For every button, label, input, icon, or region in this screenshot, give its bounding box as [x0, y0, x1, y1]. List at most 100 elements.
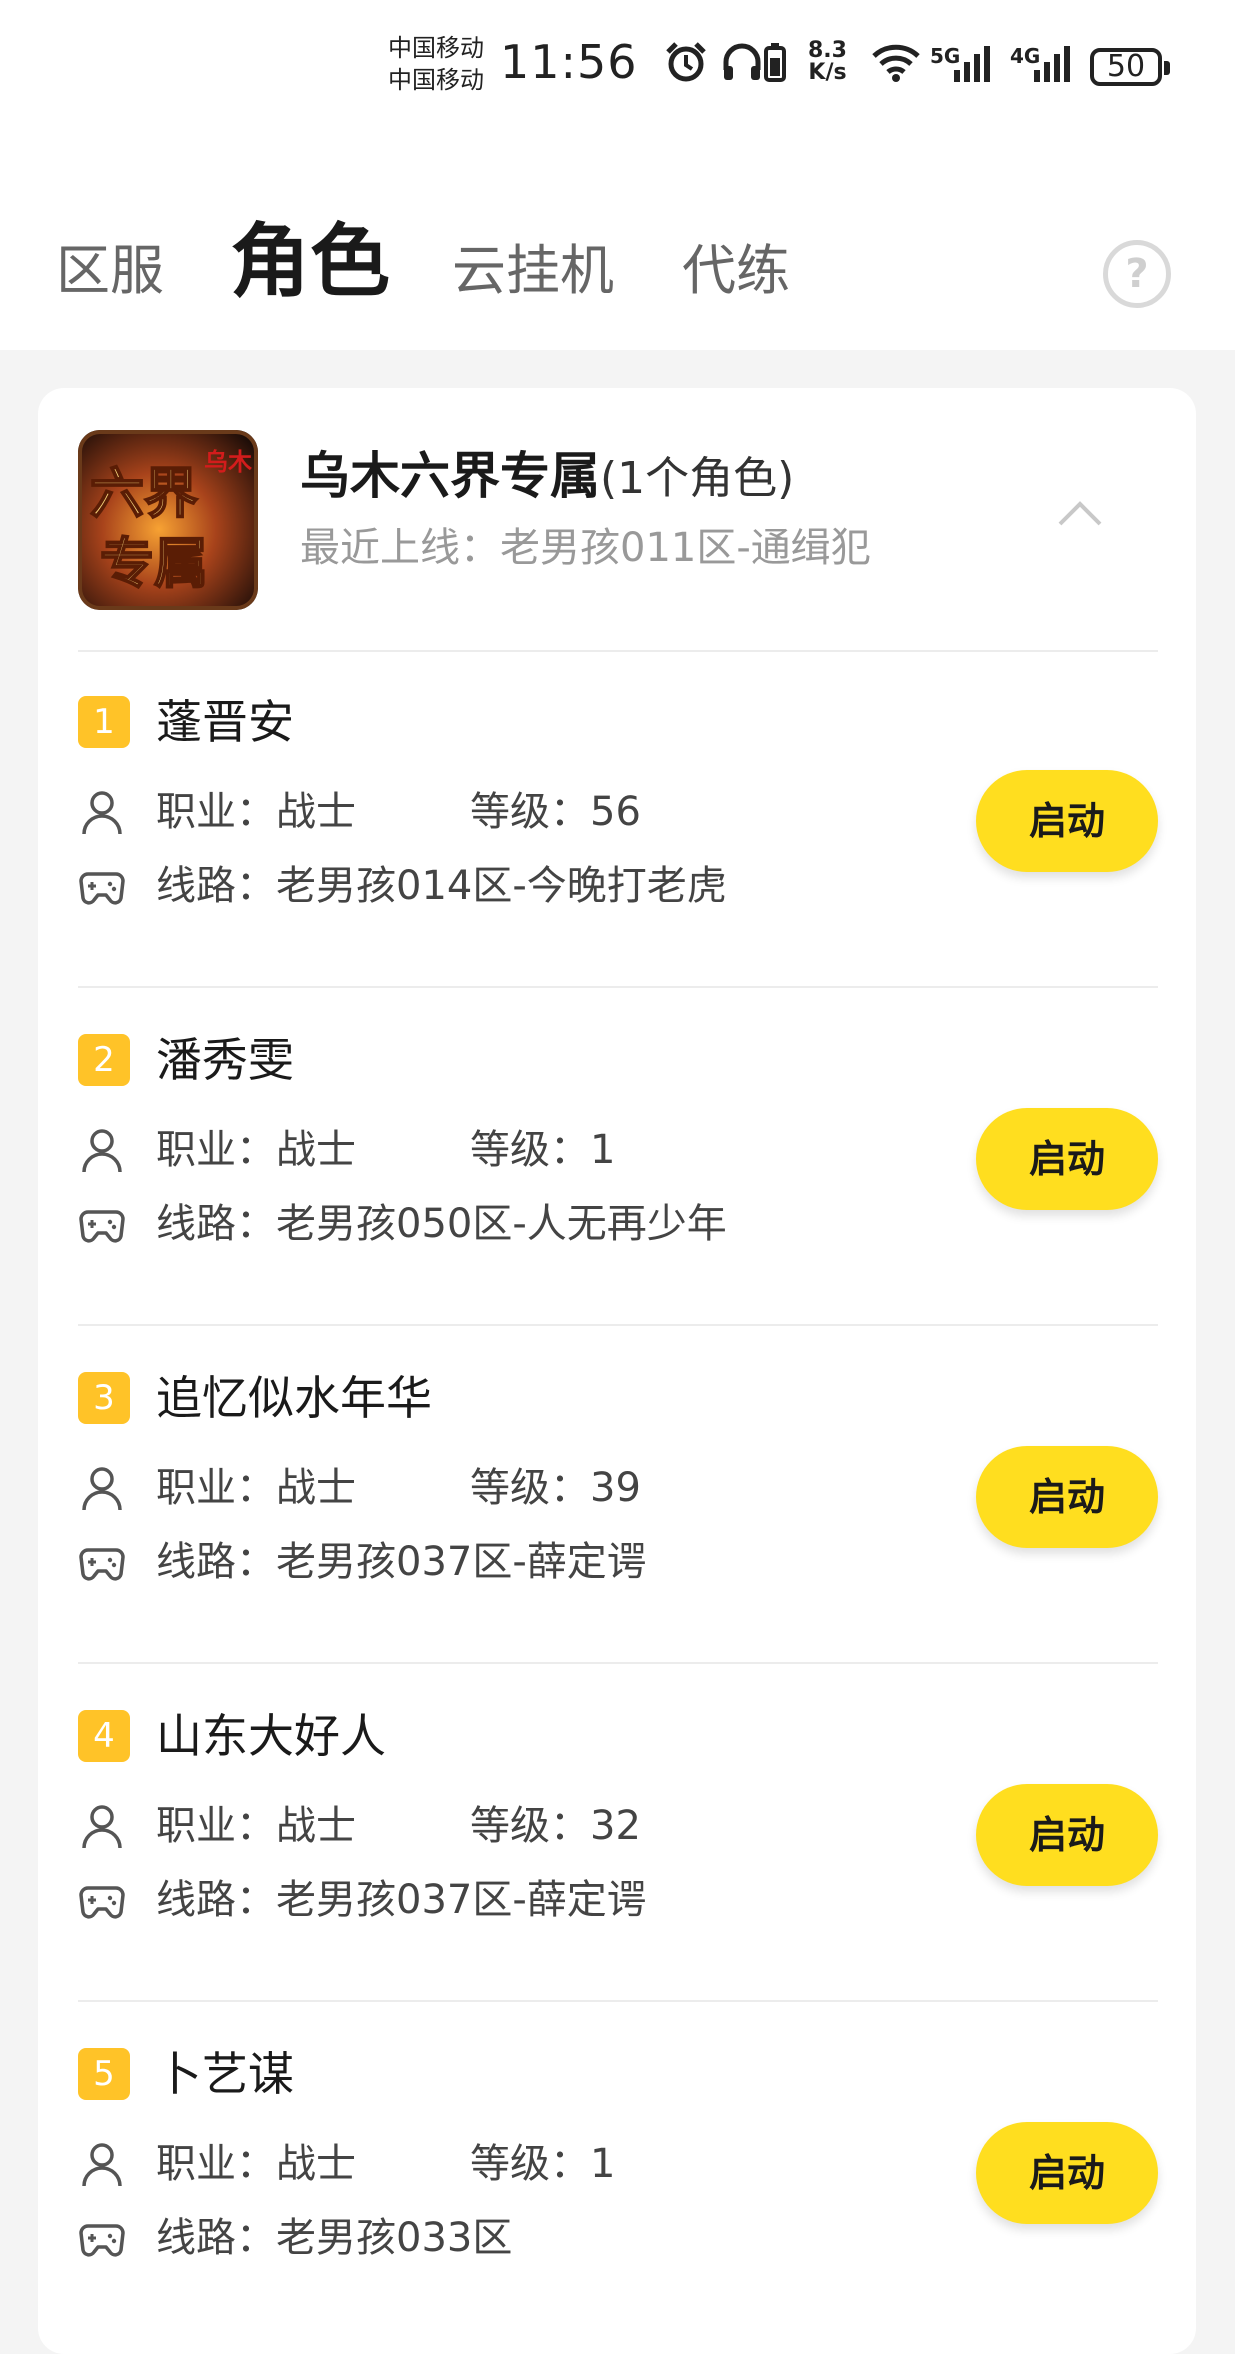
- job-label: 职业：: [156, 2141, 276, 2187]
- role-level: 等级：1: [470, 1124, 615, 1176]
- role-name: 山东大好人: [156, 1709, 386, 1763]
- last-online-value: 老男孩011区-通缉犯: [500, 525, 871, 571]
- role-name: 卜艺谋: [156, 2047, 294, 2101]
- last-online: 最近上线：老男孩011区-通缉犯: [300, 522, 871, 574]
- role-job: 职业：战士: [156, 2138, 356, 2190]
- route-label: 线路：: [156, 2215, 276, 2261]
- tab-cloud-idle[interactable]: 云挂机: [452, 236, 614, 306]
- launch-button[interactable]: 启动: [976, 770, 1158, 872]
- role-item-5: 5 卜艺谋 职业：战士 等级：1 线路：老男孩033区 启动: [38, 2002, 1196, 2340]
- carrier-labels: 中国移动 中国移动: [388, 32, 484, 96]
- game-title: 乌木六界专属(1个角色): [300, 444, 794, 511]
- role-level: 等级：32: [470, 1800, 641, 1852]
- game-title-text: 乌木六界专属: [300, 447, 600, 505]
- net-speed-value: 8.3: [808, 38, 847, 63]
- net-speed-unit: K/s: [808, 60, 847, 85]
- role-route: 线路：老男孩033区: [156, 2212, 512, 2264]
- role-level: 等级：56: [470, 786, 641, 838]
- route-value: 老男孩033区: [276, 2215, 513, 2261]
- role-item-2: 2 潘秀雯 职业：战士 等级：1 线路：老男孩050区-人无再少年 启动: [38, 988, 1196, 1326]
- role-route: 线路：老男孩014区-今晚打老虎: [156, 860, 727, 912]
- role-item-4: 4 山东大好人 职业：战士 等级：32 线路：老男孩037区-薛定谔 启动: [38, 1664, 1196, 2002]
- role-level: 等级：1: [470, 2138, 615, 2190]
- help-button[interactable]: ?: [1103, 240, 1171, 308]
- net-speed: 8.3 K/s: [808, 40, 847, 84]
- level-label: 等级：: [470, 1127, 590, 1173]
- level-value: 39: [590, 1465, 641, 1511]
- logo-text-top: 六界: [90, 461, 198, 525]
- level-value: 1: [590, 2141, 616, 2187]
- role-route: 线路：老男孩037区-薛定谔: [156, 1874, 647, 1926]
- job-value: 战士: [276, 1465, 356, 1511]
- person-icon: [82, 1467, 122, 1511]
- headphones-icon: [723, 43, 761, 80]
- role-job: 职业：战士: [156, 786, 356, 838]
- gamepad-icon: [79, 1886, 125, 1919]
- person-icon: [82, 1805, 122, 1849]
- route-label: 线路：: [156, 1539, 276, 1585]
- tab-boosting[interactable]: 代练: [682, 236, 790, 306]
- gamepad-icon: [79, 1548, 125, 1581]
- launch-button[interactable]: 启动: [976, 1446, 1158, 1548]
- route-label: 线路：: [156, 863, 276, 909]
- job-label: 职业：: [156, 1127, 276, 1173]
- tab-server[interactable]: 区服: [56, 236, 164, 306]
- role-item-3: 3 追忆似水年华 职业：战士 等级：39 线路：老男孩037区-薛定谔 启动: [38, 1326, 1196, 1664]
- chevron-up-icon[interactable]: [1056, 498, 1104, 528]
- role-name: 潘秀雯: [156, 1033, 294, 1087]
- route-value: 老男孩050区-人无再少年: [276, 1201, 727, 1247]
- role-count: (1个角色): [600, 453, 795, 504]
- level-value: 1: [590, 1127, 616, 1173]
- gamepad-icon: [79, 2224, 125, 2257]
- launch-button[interactable]: 启动: [976, 2122, 1158, 2224]
- job-label: 职业：: [156, 789, 276, 835]
- role-level: 等级：39: [470, 1462, 641, 1514]
- level-value: 32: [590, 1803, 641, 1849]
- gamepad-icon: [79, 1210, 125, 1243]
- level-label: 等级：: [470, 789, 590, 835]
- role-job: 职业：战士: [156, 1800, 356, 1852]
- role-job: 职业：战士: [156, 1462, 356, 1514]
- game-header[interactable]: 六界 专属 乌木 乌木六界专属(1个角色) 最近上线：老男孩011区-通缉犯: [38, 388, 1196, 650]
- tab-role[interactable]: 角色: [230, 214, 390, 310]
- job-value: 战士: [276, 789, 356, 835]
- level-label: 等级：: [470, 1465, 590, 1511]
- role-name: 蓬晋安: [156, 695, 294, 749]
- logo-seal-text: 乌木: [204, 447, 253, 476]
- role-item-1: 1 蓬晋安 职业：战士 等级：56 线路：老男孩014区-今晚打老虎 启动: [38, 650, 1196, 988]
- game-logo-image: 六界 专属 乌木: [78, 430, 258, 610]
- role-job: 职业：战士: [156, 1124, 356, 1176]
- carrier-2: 中国移动: [388, 66, 484, 94]
- battery-indicator: 50: [1090, 48, 1170, 86]
- game-icon: 六界 专属 乌木: [78, 430, 258, 610]
- level-value: 56: [590, 789, 641, 835]
- person-icon: [82, 791, 122, 835]
- job-value: 战士: [276, 1127, 356, 1173]
- job-value: 战士: [276, 1803, 356, 1849]
- role-index-badge: 1: [78, 696, 130, 748]
- status-bar: 中国移动 中国移动 11:56 8.3 K/s 5G 4G 50: [0, 28, 1235, 108]
- job-label: 职业：: [156, 1465, 276, 1511]
- role-index-badge: 4: [78, 1710, 130, 1762]
- route-value: 老男孩037区-薛定谔: [276, 1539, 647, 1585]
- route-value: 老男孩014区-今晚打老虎: [276, 863, 727, 909]
- alarm-icon: [666, 42, 706, 82]
- role-route: 线路：老男孩037区-薛定谔: [156, 1536, 647, 1588]
- role-index-badge: 2: [78, 1034, 130, 1086]
- job-label: 职业：: [156, 1803, 276, 1849]
- status-time: 11:56: [500, 35, 638, 89]
- signal-1-icon: [954, 46, 990, 82]
- gamepad-icon: [79, 872, 125, 905]
- role-index-badge: 3: [78, 1372, 130, 1424]
- role-name: 追忆似水年华: [156, 1371, 432, 1425]
- signal-2-icon: [1034, 46, 1070, 82]
- app-header: 中国移动 中国移动 11:56 8.3 K/s 5G 4G 50 区服 角色 云…: [0, 0, 1235, 350]
- logo-text-bottom: 专属: [100, 531, 208, 595]
- role-index-badge: 5: [78, 2048, 130, 2100]
- last-online-label: 最近上线：: [300, 525, 500, 571]
- launch-button[interactable]: 启动: [976, 1108, 1158, 1210]
- launch-button[interactable]: 启动: [976, 1784, 1158, 1886]
- job-value: 战士: [276, 2141, 356, 2187]
- person-icon: [82, 2143, 122, 2187]
- wifi-icon: [872, 44, 920, 82]
